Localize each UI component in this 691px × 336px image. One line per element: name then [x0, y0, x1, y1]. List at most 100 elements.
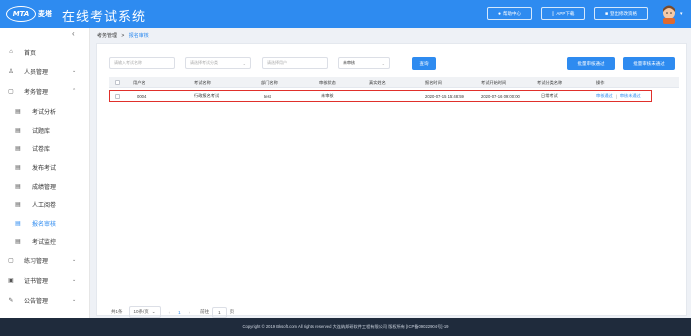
review-status-value: 未审核	[343, 60, 355, 65]
grading-icon: ▤	[15, 201, 21, 208]
operation-separator: |	[615, 93, 617, 99]
avatar[interactable]	[660, 4, 678, 24]
app-download-button[interactable]: ▯ APP下载	[541, 7, 585, 20]
sidebar-item-paper-bank[interactable]: ▤ 试卷库	[0, 139, 90, 157]
collapse-sidebar-icon[interactable]: ‹	[72, 29, 75, 38]
app-download-label: APP下载	[556, 10, 575, 16]
footer: Copyright © 2019 Bksoft.com All rights r…	[0, 318, 691, 336]
review-status-select[interactable]: 未审核 ⌄	[338, 57, 390, 69]
cell-signup-time: 2020-07-15 15:48:59	[425, 93, 464, 99]
col-signup-time[interactable]: 报名时间	[425, 77, 442, 88]
col-department[interactable]: 部门名称	[261, 77, 278, 88]
exam-category-select[interactable]: 请选择考试分类 ⌄	[185, 57, 251, 69]
sidebar-item-label: 考务管理	[24, 89, 49, 96]
col-start-time[interactable]: 考试开始时间	[481, 77, 506, 88]
cell-operations: 审核通过 | 审核未通过	[596, 90, 641, 102]
user-select[interactable]: 请选择用户	[262, 57, 328, 69]
chevron-down-icon: ⌄	[151, 309, 156, 314]
sidebar-item-publish-exam[interactable]: ▤ 发布考试	[0, 158, 90, 176]
goto-label: 前往	[200, 309, 210, 314]
home-icon: ⌂	[9, 49, 13, 55]
chevron-down-icon: ⌄	[242, 60, 246, 66]
practice-icon: ▢	[8, 257, 14, 264]
sidebar-item-question-bank[interactable]: ▤ 试题库	[0, 121, 90, 139]
logout-label: 登出修改资格	[610, 10, 638, 16]
sidebar-item-label: 试题库	[32, 128, 51, 135]
sidebar-item-practice[interactable]: ▢ 练习管理 ⌄	[0, 251, 90, 269]
breadcrumb-current: 报名审核	[128, 33, 149, 39]
exam-category-placeholder: 请选择考试分类	[190, 60, 218, 65]
page-size-value: 10条/页	[133, 309, 149, 314]
sidebar-item-exam-monitor[interactable]: ▤ 考试监控	[0, 232, 90, 250]
sidebar-item-label: 报名审核	[32, 221, 57, 228]
logout-button[interactable]: ■ 登出修改资格	[594, 7, 648, 20]
sidebar: ‹ ⌂ 首页 ♙ 人员管理 ⌄ ▢ 考务管理 ⌃ ▤ 考试分析 ▤ 试题库 ▤ …	[0, 28, 90, 318]
logout-icon: ■	[604, 10, 609, 17]
exam-name-placeholder: 请输入考试名称	[114, 60, 142, 65]
select-all-checkbox[interactable]	[115, 77, 120, 88]
chevron-down-icon: ⌄	[72, 277, 77, 283]
sidebar-item-label: 人员管理	[24, 69, 49, 76]
next-page-icon[interactable]: ›	[189, 310, 191, 315]
top-header: MTA 麦塔 在线考试系统 ● 帮助中心 ▯ APP下载 ■ 登出修改资格 ▾	[0, 0, 691, 28]
cell-exam-name: 行政报名考试	[194, 93, 220, 98]
main-content: 考务管理 > 报名审核 请输入考试名称 请选择考试分类 ⌄ 请选择用户 未审核 …	[92, 28, 691, 318]
approve-link[interactable]: 审核通过	[596, 93, 613, 99]
app-logo[interactable]: MTA 麦塔	[6, 5, 56, 23]
exam-name-input[interactable]: 请输入考试名称	[109, 57, 175, 69]
help-center-button[interactable]: ● 帮助中心	[487, 7, 532, 20]
breadcrumb-parent[interactable]: 考务管理	[97, 33, 117, 39]
col-review-status[interactable]: 审核状态	[319, 77, 336, 88]
page-suffix: 页	[229, 309, 235, 314]
chevron-down-icon: ⌄	[72, 297, 77, 303]
publish-icon: ▤	[15, 164, 21, 171]
sidebar-item-exam-admin[interactable]: ▢ 考务管理 ⌃	[0, 82, 90, 100]
chevron-down-icon[interactable]: ▾	[680, 11, 683, 17]
search-button[interactable]: 查询	[412, 57, 436, 70]
question-bank-icon: ▤	[15, 127, 21, 134]
score-icon: ▤	[15, 183, 21, 190]
batch-reject-button[interactable]: 批量审核未通过	[623, 57, 675, 70]
col-username[interactable]: 用户名	[133, 77, 146, 88]
col-operations: 操作	[596, 79, 605, 85]
phone-icon: ▯	[551, 10, 555, 17]
paper-bank-icon: ▤	[15, 145, 21, 152]
cell-category: 日常考试	[541, 93, 558, 98]
breadcrumb-separator: >	[121, 33, 125, 39]
user-icon: ♙	[8, 68, 14, 75]
sidebar-item-label: 考试监控	[32, 239, 57, 246]
sidebar-item-home[interactable]: ⌂ 首页	[0, 43, 90, 61]
sidebar-item-exam-analysis[interactable]: ▤ 考试分析	[0, 102, 90, 120]
help-center-label: 帮助中心	[503, 10, 522, 16]
pagination: 共1条 10条/页 ⌄ ‹ 1 › 前往 1 页	[111, 306, 234, 318]
sidebar-item-users[interactable]: ♙ 人员管理 ⌄	[0, 62, 90, 80]
copyright-text: Copyright © 2019 Bksoft.com All rights r…	[242, 324, 449, 329]
col-real-name[interactable]: 真实姓名	[369, 77, 386, 88]
goto-page-input[interactable]: 1	[212, 306, 227, 318]
col-exam-name[interactable]: 考试名称	[194, 77, 211, 88]
sidebar-item-label: 考试分析	[32, 109, 57, 116]
sidebar-item-score-management[interactable]: ▤ 成绩管理	[0, 177, 90, 195]
sidebar-item-label: 公告管理	[24, 298, 49, 305]
page-size-select[interactable]: 10条/页 ⌄	[128, 306, 161, 318]
batch-approve-button[interactable]: 批量审核通过	[567, 57, 615, 70]
page-number[interactable]: 1	[178, 310, 181, 315]
cell-review-status: 未审核	[321, 93, 334, 98]
chevron-down-icon: ⌄	[72, 257, 77, 263]
cell-start-time: 2020-07-16 09:00:00	[481, 93, 520, 99]
reject-link[interactable]: 审核未通过	[620, 93, 641, 99]
table-row[interactable]: 0004 行政报名考试 test 未审核 2020-07-15 15:48:59…	[109, 90, 679, 102]
prev-page-icon[interactable]: ‹	[169, 310, 171, 315]
logo-cn-text: 麦塔	[38, 11, 52, 18]
monitor-icon: ▤	[15, 238, 21, 245]
sidebar-item-signup-review[interactable]: ▤ 报名审核	[0, 214, 90, 232]
row-checkbox[interactable]	[115, 90, 120, 102]
sidebar-item-certificates[interactable]: ▣ 证书管理 ⌄	[0, 271, 90, 289]
review-icon: ▤	[15, 220, 21, 227]
sidebar-item-notices[interactable]: ✎ 公告管理 ⌄	[0, 291, 90, 309]
chevron-up-icon: ⌃	[72, 88, 77, 94]
sidebar-item-label: 成绩管理	[32, 184, 57, 191]
table-header: 用户名 考试名称 部门名称 审核状态 真实姓名 报名时间 考试开始时间 考试分类…	[109, 77, 679, 88]
col-category[interactable]: 考试分类名称	[537, 77, 562, 88]
sidebar-item-manual-grading[interactable]: ▤ 人工阅卷	[0, 195, 90, 213]
